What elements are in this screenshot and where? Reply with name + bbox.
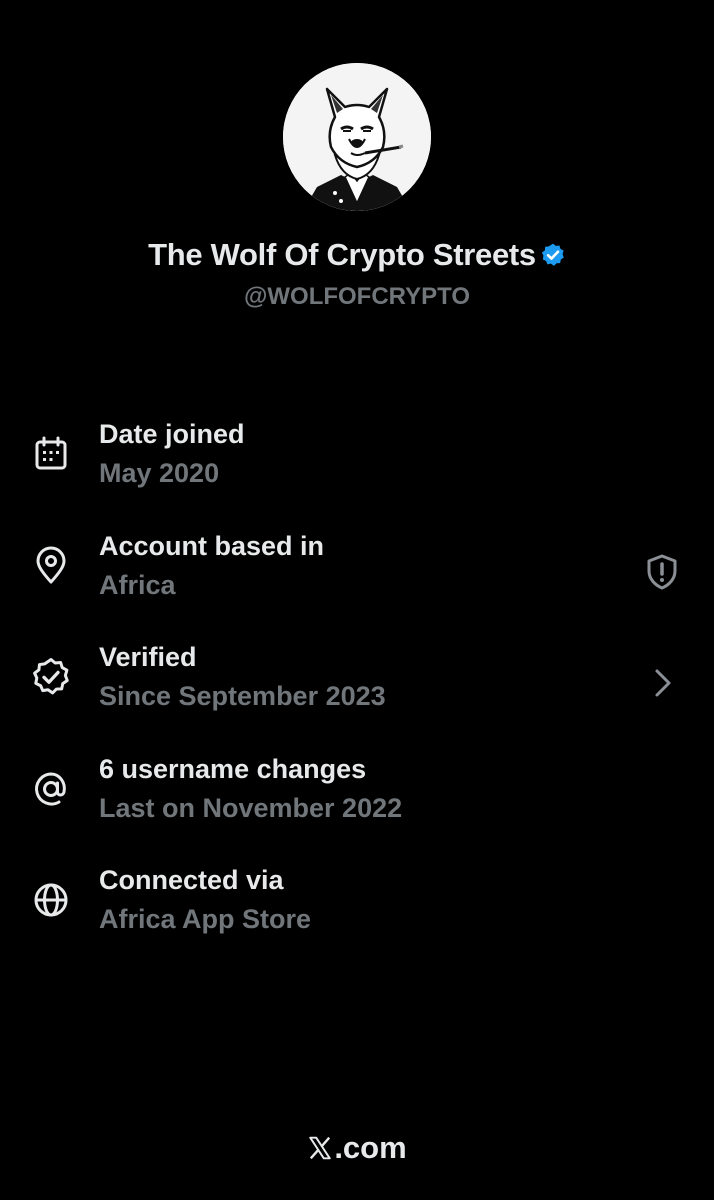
info-row-title: 6 username changes xyxy=(99,753,367,784)
info-row-connected-via: Connected via Africa App Store xyxy=(0,856,714,968)
profile-name-row: The Wolf Of Crypto Streets xyxy=(0,232,714,281)
info-row-subtitle: Since September 2023 xyxy=(99,681,386,711)
display-name: The Wolf Of Crypto Streets xyxy=(148,237,536,272)
info-row-account-based-in: Account based in Africa xyxy=(0,522,714,634)
avatar[interactable] xyxy=(283,63,431,211)
footer-brand: .com xyxy=(0,1126,714,1173)
info-row-subtitle: Last on November 2022 xyxy=(99,792,403,823)
info-row-title: Verified xyxy=(99,642,197,672)
info-row-username-changes: 6 username changes Last on November 2022 xyxy=(0,745,714,857)
info-row-date-joined: Date joined May 2020 xyxy=(0,410,714,522)
info-row-title: Account based in xyxy=(99,530,325,561)
verified-check-icon xyxy=(30,656,72,698)
account-info-list: Date joined May 2020 Account based in Af… xyxy=(0,410,714,968)
location-pin-icon xyxy=(30,545,72,587)
calendar-icon xyxy=(30,433,72,475)
verified-badge-icon xyxy=(540,235,566,281)
info-row-title: Date joined xyxy=(99,419,245,449)
info-row-subtitle: Africa App Store xyxy=(99,904,312,934)
info-row-subtitle: May 2020 xyxy=(99,458,220,488)
info-row-subtitle: Africa xyxy=(99,569,176,600)
info-row-verified[interactable]: Verified Since September 2023 xyxy=(0,633,714,745)
globe-icon xyxy=(30,879,72,921)
x-logo-icon xyxy=(307,1129,333,1173)
profile-handle: @WOLFOFCRYPTO xyxy=(243,283,471,310)
wolf-avatar-illustration xyxy=(283,63,431,211)
info-row-title: Connected via xyxy=(99,865,284,895)
at-sign-icon xyxy=(30,768,72,810)
chevron-right-icon[interactable] xyxy=(642,663,682,703)
shield-alert-icon[interactable] xyxy=(642,552,682,592)
footer-domain-suffix: .com xyxy=(334,1130,407,1165)
